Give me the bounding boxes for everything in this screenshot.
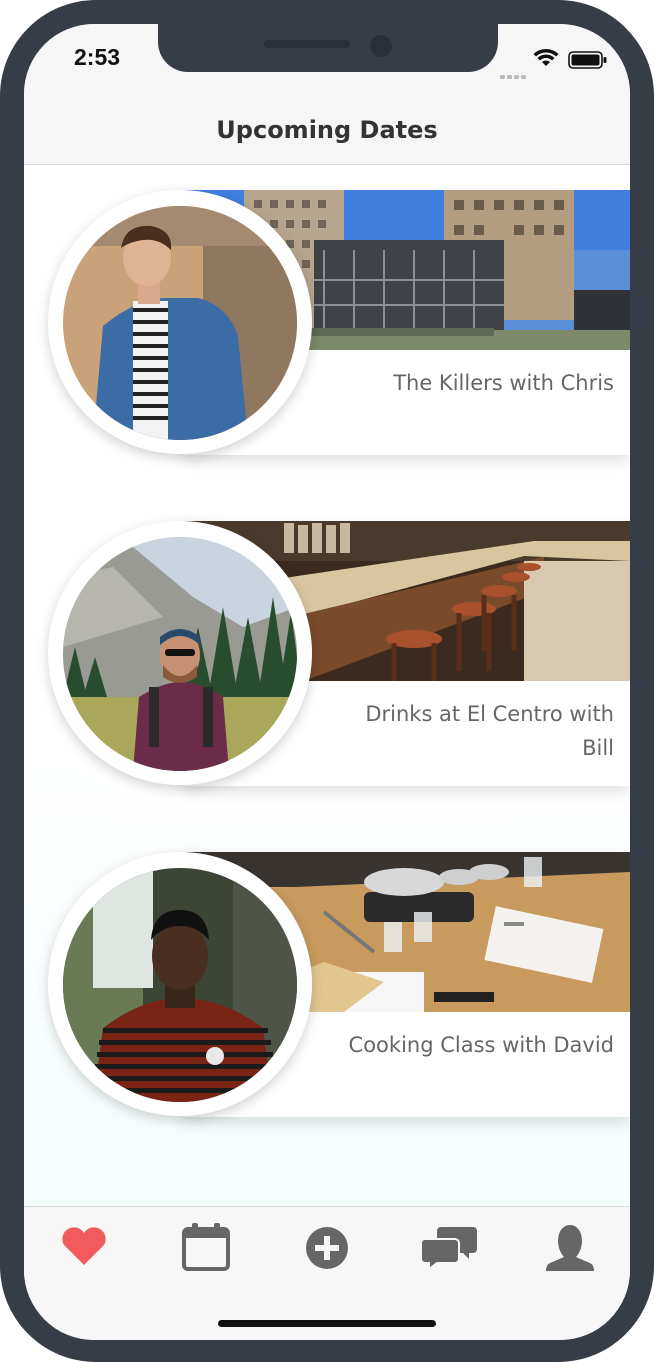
tab-calendar[interactable]: [176, 1221, 236, 1271]
avatar[interactable]: [63, 868, 297, 1102]
avatar[interactable]: [63, 537, 297, 771]
date-card[interactable]: Cooking Class with David: [48, 852, 630, 1117]
date-title: Drinks at El Centro with Bill: [365, 702, 614, 760]
plus-circle-icon: [306, 1227, 348, 1269]
navigation-bar: Upcoming Dates: [24, 104, 630, 165]
chat-bubbles-icon: [420, 1227, 477, 1271]
heart-icon: [62, 1227, 106, 1265]
battery-icon: [568, 51, 608, 73]
page-title: Upcoming Dates: [216, 116, 438, 144]
tab-messages[interactable]: [419, 1221, 479, 1271]
front-camera: [370, 35, 392, 57]
status-time: 2:53: [74, 44, 121, 70]
avatar-ring[interactable]: [48, 190, 312, 454]
tab-add[interactable]: [297, 1221, 357, 1271]
avatar-photo: [63, 537, 297, 771]
avatar-photo: [63, 868, 297, 1102]
screen: 2:53 Upcoming Dates The Killers with Chr…: [24, 24, 630, 1340]
cellular-signal-icon: [500, 64, 528, 83]
tab-profile[interactable]: [540, 1221, 600, 1271]
avatar-photo: [63, 206, 297, 440]
device-frame: 2:53 Upcoming Dates The Killers with Chr…: [0, 0, 654, 1362]
avatar[interactable]: [63, 206, 297, 440]
date-title: The Killers with Chris: [393, 371, 614, 395]
home-indicator[interactable]: [218, 1320, 436, 1327]
date-card[interactable]: Drinks at El Centro with Bill: [48, 521, 630, 786]
person-icon: [546, 1225, 594, 1271]
avatar-ring[interactable]: [48, 521, 312, 785]
date-card[interactable]: The Killers with Chris: [48, 190, 630, 455]
date-title: Cooking Class with David: [348, 1033, 614, 1057]
wifi-icon: [533, 48, 559, 72]
avatar-ring[interactable]: [48, 852, 312, 1116]
tab-favorites[interactable]: [54, 1221, 114, 1271]
calendar-icon: [182, 1223, 230, 1271]
speaker: [264, 40, 350, 48]
notch: [158, 24, 498, 72]
